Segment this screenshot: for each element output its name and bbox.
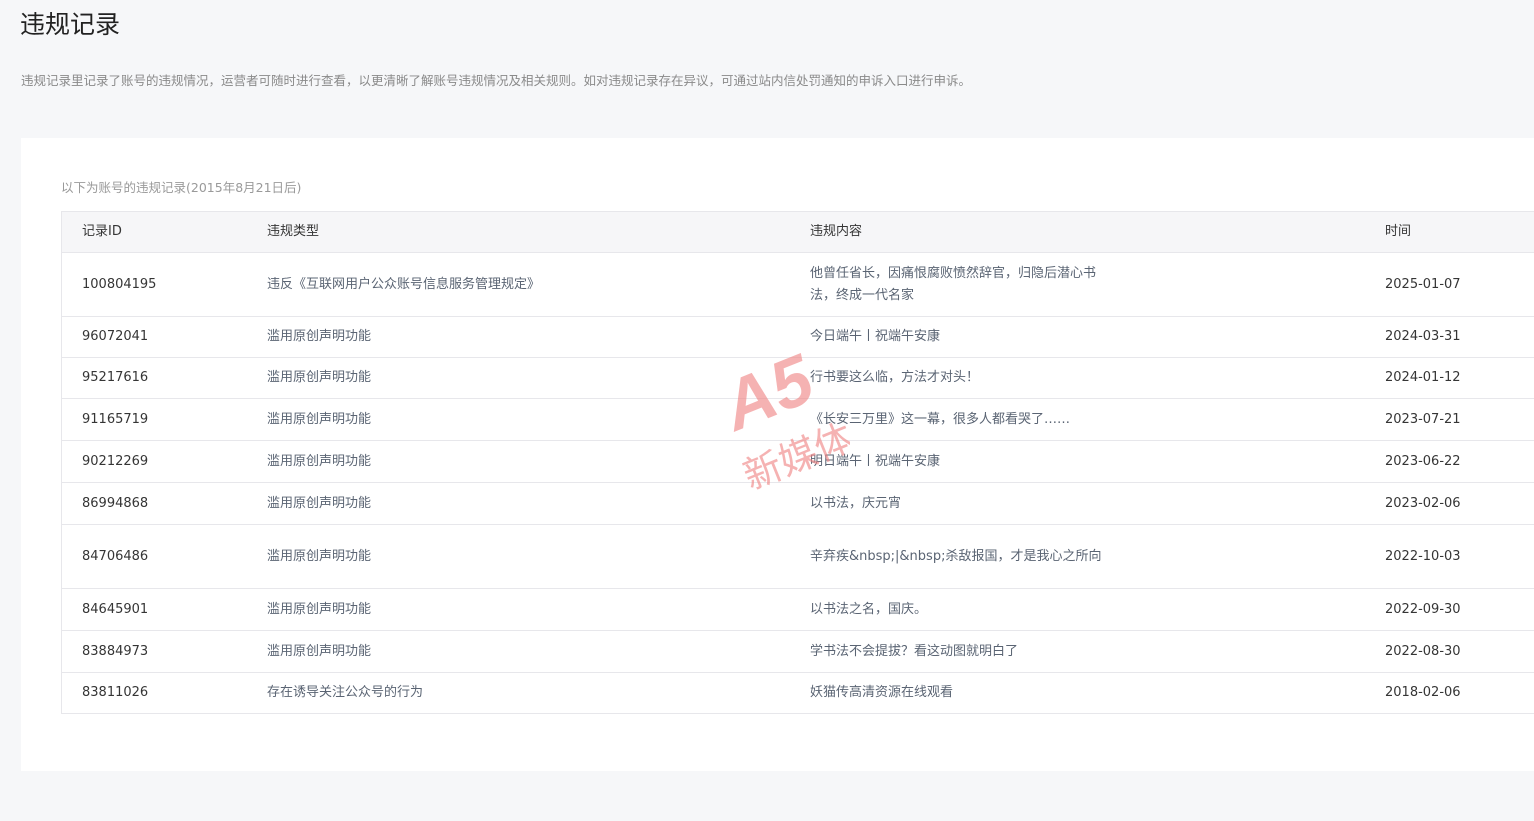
header-time: 时间 [1385, 224, 1412, 239]
violation-type: 违反《互联网用户公众账号信息服务管理规定》 [267, 276, 541, 292]
violation-type: 滥用原创声明功能 [267, 643, 372, 659]
violation-type: 滥用原创声明功能 [267, 411, 372, 427]
violation-content-text[interactable]: 《长安三万里》这一幕，很多人都看哭了…… [810, 409, 1110, 431]
record-time: 2023-07-21 [1385, 411, 1461, 427]
table-row: 90212269 滥用原创声明功能 明日端午丨祝端午安康 2023-06-22 [62, 441, 1534, 483]
card-subtitle: 以下为账号的违规记录(2015年8月21日后) [61, 180, 302, 195]
violation-content-text[interactable]: 行书要这么临，方法才对头！ [810, 367, 1110, 389]
violation-content-text[interactable]: 以书法之名，国庆。 [810, 599, 1110, 621]
violation-content[interactable]: 学书法不会提拔？看这动图就明白了 [810, 631, 1110, 672]
record-id: 83884973 [82, 643, 149, 659]
violation-content[interactable]: 以书法，庆元宵 [810, 483, 1110, 524]
record-time: 2023-02-06 [1385, 495, 1461, 511]
record-time: 2022-08-30 [1385, 643, 1461, 659]
header-violation-type: 违规类型 [267, 224, 320, 239]
record-time: 2024-03-31 [1385, 329, 1461, 344]
violation-content[interactable]: 今日端午丨祝端午安康 [810, 317, 1110, 357]
violation-type: 存在诱导关注公众号的行为 [267, 685, 424, 700]
violation-content-text[interactable]: 他曾任省长，因痛恨腐败愤然辞官，归隐后潜心书法，终成一代名家 [810, 263, 1110, 307]
violation-content[interactable]: 辛弃疾&nbsp;|&nbsp;杀敌报国，才是我心之所向 [810, 525, 1110, 588]
violation-records-card: 以下为账号的违规记录(2015年8月21日后) 记录ID 违规类型 违规内容 时… [21, 138, 1534, 771]
record-id: 95217616 [82, 370, 149, 385]
violation-content[interactable]: 以书法之名，国庆。 [810, 589, 1110, 630]
violation-type: 滥用原创声明功能 [267, 548, 372, 564]
violation-type: 滥用原创声明功能 [267, 370, 372, 385]
record-time: 2022-10-03 [1385, 548, 1461, 564]
record-id: 84706486 [82, 548, 149, 564]
record-time: 2025-01-07 [1385, 276, 1461, 292]
violation-type: 滥用原创声明功能 [267, 495, 372, 511]
violation-content-text[interactable]: 妖猫传高清资源在线观看 [810, 682, 1110, 704]
record-id: 91165719 [82, 411, 149, 427]
record-time: 2022-09-30 [1385, 601, 1461, 617]
table-row: 100804195 违反《互联网用户公众账号信息服务管理规定》 他曾任省长，因痛… [62, 253, 1534, 317]
violation-content-text[interactable]: 以书法，庆元宵 [810, 493, 1110, 515]
record-id: 96072041 [82, 329, 149, 344]
table-row: 86994868 滥用原创声明功能 以书法，庆元宵 2023-02-06 [62, 483, 1534, 525]
record-id: 100804195 [82, 276, 157, 292]
table-row: 83811026 存在诱导关注公众号的行为 妖猫传高清资源在线观看 2018-0… [62, 673, 1534, 714]
violation-content-text[interactable]: 今日端午丨祝端午安康 [810, 326, 1110, 348]
table-header: 记录ID 违规类型 违规内容 时间 [62, 212, 1534, 253]
violation-content[interactable]: 明日端午丨祝端午安康 [810, 441, 1110, 482]
table-row: 83884973 滥用原创声明功能 学书法不会提拔？看这动图就明白了 2022-… [62, 631, 1534, 673]
violation-content[interactable]: 妖猫传高清资源在线观看 [810, 673, 1110, 713]
header-record-id: 记录ID [82, 224, 122, 239]
record-time: 2018-02-06 [1385, 685, 1461, 700]
page-description: 违规记录里记录了账号的违规情况，运营者可随时进行查看，以更清晰了解账号违规情况及… [21, 73, 972, 88]
table-row: 84645901 滥用原创声明功能 以书法之名，国庆。 2022-09-30 [62, 589, 1534, 631]
violation-content[interactable]: 他曾任省长，因痛恨腐败愤然辞官，归隐后潜心书法，终成一代名家 [810, 253, 1110, 316]
page-title: 违规记录 [20, 10, 121, 39]
record-time: 2023-06-22 [1385, 453, 1461, 469]
violation-content[interactable]: 《长安三万里》这一幕，很多人都看哭了…… [810, 399, 1110, 440]
violation-type: 滥用原创声明功能 [267, 329, 372, 344]
violation-content-text[interactable]: 明日端午丨祝端午安康 [810, 451, 1110, 473]
violation-type: 滥用原创声明功能 [267, 601, 372, 617]
violation-content-text[interactable]: 学书法不会提拔？看这动图就明白了 [810, 641, 1110, 663]
record-id: 86994868 [82, 495, 149, 511]
record-id: 90212269 [82, 453, 149, 469]
violation-content-text[interactable]: 辛弃疾&nbsp;|&nbsp;杀敌报国，才是我心之所向 [810, 546, 1110, 568]
violation-table: 记录ID 违规类型 违规内容 时间 100804195 违反《互联网用户公众账号… [61, 211, 1534, 714]
table-row: 95217616 滥用原创声明功能 行书要这么临，方法才对头！ 2024-01-… [62, 358, 1534, 399]
record-id: 83811026 [82, 685, 149, 700]
violation-type: 滥用原创声明功能 [267, 453, 372, 469]
table-row: 84706486 滥用原创声明功能 辛弃疾&nbsp;|&nbsp;杀敌报国，才… [62, 525, 1534, 589]
header-violation-content: 违规内容 [810, 224, 863, 239]
record-time: 2024-01-12 [1385, 370, 1461, 385]
table-row: 96072041 滥用原创声明功能 今日端午丨祝端午安康 2024-03-31 [62, 317, 1534, 358]
record-id: 84645901 [82, 601, 149, 617]
table-row: 91165719 滥用原创声明功能 《长安三万里》这一幕，很多人都看哭了…… 2… [62, 399, 1534, 441]
violation-content[interactable]: 行书要这么临，方法才对头！ [810, 358, 1110, 398]
